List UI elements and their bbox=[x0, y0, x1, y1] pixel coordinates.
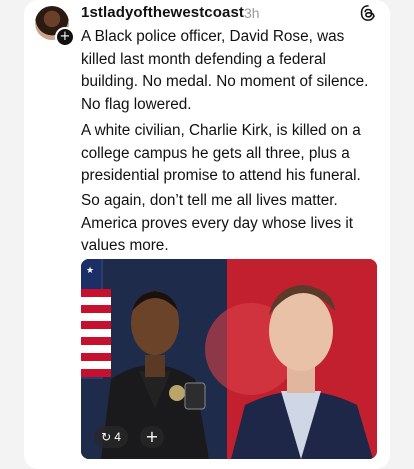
svg-text:★: ★ bbox=[86, 266, 94, 276]
repost-icon: ↻ bbox=[101, 430, 112, 444]
post-text-paragraph: So again, don’t tell me all lives matter… bbox=[81, 192, 354, 254]
post-text-paragraph: A white civilian, Charlie Kirk, is kille… bbox=[81, 122, 361, 184]
post-timestamp: 3h bbox=[244, 5, 260, 21]
repost-count-badge[interactable]: ↻ 4 bbox=[94, 426, 128, 448]
add-button[interactable]: + bbox=[140, 426, 164, 448]
post-text-paragraph: A Black police officer, David Rose, was … bbox=[81, 28, 369, 113]
follow-plus-icon[interactable]: + bbox=[55, 27, 75, 47]
username[interactable]: 1stladyofthewestcoast bbox=[81, 4, 244, 21]
threads-logo-icon[interactable] bbox=[359, 4, 377, 22]
repost-count: 4 bbox=[114, 430, 121, 444]
